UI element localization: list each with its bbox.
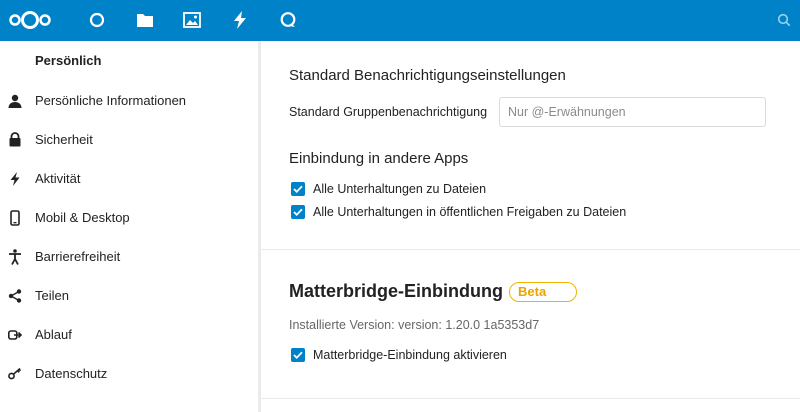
sidebar-item-security[interactable]: Sicherheit — [0, 120, 258, 159]
checkbox-label: Alle Unterhaltungen zu Dateien — [313, 182, 487, 196]
section-divider — [261, 249, 800, 250]
sidebar-item-sharing[interactable]: Teilen — [0, 276, 258, 315]
nextcloud-logo-icon[interactable] — [6, 7, 54, 33]
group-notification-input[interactable] — [499, 97, 766, 127]
sidebar-item-label: Teilen — [35, 288, 69, 303]
checkbox-conversations-public-shares[interactable]: Alle Unterhaltungen in öffentlichen Frei… — [291, 205, 626, 219]
user-icon — [6, 92, 24, 110]
sidebar-item-label: Ablauf — [35, 327, 72, 342]
checkmark-icon — [291, 182, 305, 196]
group-notification-label: Standard Gruppenbenachrichtigung — [289, 105, 488, 119]
dashboard-icon[interactable] — [85, 8, 109, 32]
share-icon — [6, 287, 24, 305]
key-icon — [6, 365, 24, 383]
sidebar-item-personal-info[interactable]: Persönliche Informationen — [0, 81, 258, 120]
sidebar-item-label: Sicherheit — [35, 132, 93, 147]
sidebar-item-label: Persönliche Informationen — [35, 93, 187, 108]
sidebar-item-activity[interactable]: Aktivität — [0, 159, 258, 198]
section-divider — [261, 398, 800, 399]
accessibility-icon — [6, 248, 24, 266]
sidebar-item-label: Datenschutz — [35, 366, 108, 381]
checkbox-matterbridge-enable[interactable]: Matterbridge-Einbindung aktivieren — [291, 348, 507, 362]
beta-badge: Beta — [509, 282, 577, 302]
sidebar-item-label: Aktivität — [35, 171, 81, 186]
files-icon[interactable] — [133, 8, 157, 32]
sidebar-item-label: Barrierefreiheit — [35, 249, 121, 264]
sidebar-item-accessibility[interactable]: Barrierefreiheit — [0, 237, 258, 276]
sidebar-item-privacy[interactable]: Datenschutz — [0, 354, 258, 393]
photos-icon[interactable] — [180, 8, 204, 32]
sidebar-heading: Persönlich — [35, 53, 102, 68]
installed-version: Installierte Version: version: 1.20.0 1a… — [289, 318, 540, 332]
matterbridge-title: Matterbridge-Einbindung — [289, 281, 503, 301]
checkbox-label: Matterbridge-Einbindung aktivieren — [313, 348, 507, 362]
phone-icon — [6, 209, 24, 227]
header-bar — [0, 0, 800, 41]
integration-title: Einbindung in andere Apps — [289, 150, 469, 167]
activity-icon — [6, 170, 24, 188]
search-icon[interactable] — [772, 8, 796, 32]
sidebar-item-label: Mobil & Desktop — [35, 210, 130, 225]
flow-icon — [6, 326, 24, 344]
talk-icon[interactable] — [276, 8, 300, 32]
lock-icon — [6, 131, 24, 149]
notification-settings-title: Standard Benachrichtigungseinstellungen — [289, 67, 566, 84]
sidebar-item-mobile-desktop[interactable]: Mobil & Desktop — [0, 198, 258, 237]
activity-icon[interactable] — [228, 8, 252, 32]
checkmark-icon — [291, 205, 305, 219]
checkbox-label: Alle Unterhaltungen in öffentlichen Frei… — [313, 205, 627, 219]
sidebar-item-flow[interactable]: Ablauf — [0, 315, 258, 354]
checkmark-icon — [291, 348, 305, 362]
checkbox-conversations-files[interactable]: Alle Unterhaltungen zu Dateien — [291, 182, 486, 196]
